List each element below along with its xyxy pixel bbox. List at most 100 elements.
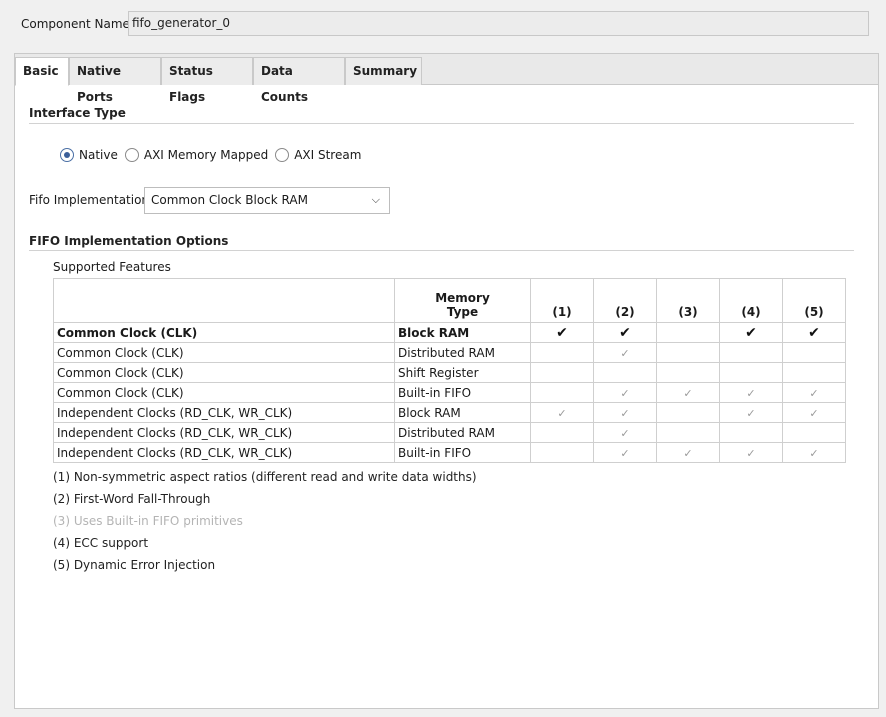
clock-cell: Common Clock (CLK)	[53, 362, 395, 383]
feature-cell: ✔	[719, 322, 783, 343]
radio-axi-stream-label: AXI Stream	[294, 148, 362, 162]
component-name-label: Component Name	[21, 16, 130, 31]
radio-native-label: Native	[79, 148, 118, 162]
checkmark-icon: ✔	[619, 324, 631, 341]
feature-cell: ✓	[530, 402, 594, 423]
feature-cell: ✓	[656, 442, 720, 463]
table-row: Common Clock (CLK) Shift Register	[53, 362, 846, 383]
feature-cell	[782, 422, 846, 443]
feature-cell: ✓	[782, 402, 846, 423]
clock-column-header	[53, 278, 395, 323]
radio-selected-icon[interactable]	[60, 148, 74, 162]
interface-type-radios: Native AXI Memory Mapped AXI Stream	[60, 145, 368, 165]
table-row: Independent Clocks (RD_CLK, WR_CLK) Block…	[53, 402, 846, 423]
feature-cell	[656, 402, 720, 423]
memory-type-cell: Distributed RAM	[394, 422, 531, 443]
feature-cell: ✓	[593, 422, 657, 443]
feature-cell	[656, 342, 720, 363]
fifo-implementation-label: Fifo Implementation	[29, 193, 150, 207]
feature-col-header: (5)	[782, 278, 846, 323]
table-row: Common Clock (CLK) Block RAM ✔ ✔ ✔ ✔	[53, 322, 846, 343]
fifo-options-heading: FIFO Implementation Options	[29, 234, 229, 248]
clock-cell: Common Clock (CLK)	[53, 342, 395, 363]
feature-cell: ✓	[782, 382, 846, 403]
clock-cell: Common Clock (CLK)	[53, 322, 395, 343]
checkmark-icon: ✓	[620, 346, 630, 360]
table-row: Common Clock (CLK) Built-in FIFO ✓ ✓ ✓ ✓	[53, 382, 846, 403]
feature-cell: ✔	[782, 322, 846, 343]
memory-type-cell: Block RAM	[394, 402, 531, 423]
tab-basic[interactable]: Basic	[15, 57, 69, 86]
feature-cell: ✓	[593, 402, 657, 423]
feature-cell: ✓	[719, 382, 783, 403]
feature-col-header: (2)	[593, 278, 657, 323]
feature-cell: ✓	[656, 382, 720, 403]
footnote-1: (1) Non-symmetric aspect ratios (differe…	[53, 470, 477, 484]
checkmark-icon: ✓	[620, 446, 630, 460]
memory-type-cell: Distributed RAM	[394, 342, 531, 363]
feature-cell	[656, 422, 720, 443]
clock-cell: Independent Clocks (RD_CLK, WR_CLK)	[53, 402, 395, 423]
table-row: Common Clock (CLK) Distributed RAM ✓	[53, 342, 846, 363]
radio-axi-memory-mapped[interactable]: AXI Memory Mapped	[124, 148, 269, 162]
chevron-down-icon: ⌵	[371, 193, 380, 206]
feature-cell	[593, 362, 657, 383]
table-row: Independent Clocks (RD_CLK, WR_CLK) Built…	[53, 442, 846, 463]
feature-cell: ✓	[719, 402, 783, 423]
checkmark-icon: ✓	[746, 446, 756, 460]
divider	[29, 250, 854, 251]
fifo-implementation-select[interactable]: Common Clock Block RAM ⌵	[144, 187, 390, 214]
memory-type-header: Memory Type	[394, 278, 531, 323]
radio-axi-stream[interactable]: AXI Stream	[275, 148, 361, 162]
checkmark-icon: ✓	[620, 386, 630, 400]
feature-cell	[719, 342, 783, 363]
memory-type-cell: Built-in FIFO	[394, 442, 531, 463]
component-name-field[interactable]: fifo_generator_0	[128, 11, 869, 36]
checkmark-icon: ✔	[556, 324, 568, 341]
feature-col-header: (4)	[719, 278, 783, 323]
footnote-3: (3) Uses Built-in FIFO primitives	[53, 514, 243, 528]
clock-cell: Independent Clocks (RD_CLK, WR_CLK)	[53, 422, 395, 443]
features-table: Memory Type (1) (2) (3) (4) (5) Common Cl…	[53, 278, 846, 463]
interface-type-heading: Interface Type	[29, 106, 126, 120]
radio-axi-mm-label: AXI Memory Mapped	[143, 148, 269, 162]
footnote-4: (4) ECC support	[53, 536, 149, 550]
checkmark-icon: ✓	[809, 406, 819, 420]
table-row: Independent Clocks (RD_CLK, WR_CLK) Distr…	[53, 422, 846, 443]
memory-type-cell: Built-in FIFO	[394, 382, 531, 403]
memory-type-cell: Block RAM	[394, 322, 531, 343]
footnote-5: (5) Dynamic Error Injection	[53, 558, 216, 572]
checkmark-icon: ✓	[683, 446, 693, 460]
radio-unselected-icon[interactable]	[275, 148, 290, 162]
footnotes: (1) Non-symmetric aspect ratios (differe…	[53, 470, 477, 580]
checkmark-icon: ✓	[809, 446, 819, 460]
feature-cell	[719, 362, 783, 383]
checkmark-icon: ✓	[620, 426, 630, 440]
radio-native[interactable]: Native	[60, 148, 118, 162]
table-header-row: Memory Type (1) (2) (3) (4) (5)	[53, 278, 846, 323]
feature-cell	[782, 342, 846, 363]
feature-cell: ✔	[530, 322, 594, 343]
feature-cell: ✓	[593, 382, 657, 403]
tab-native-ports[interactable]: Native Ports	[69, 57, 161, 104]
tab-status-flags[interactable]: Status Flags	[161, 57, 253, 104]
tab-summary[interactable]: Summary	[345, 57, 422, 85]
checkmark-icon: ✓	[746, 386, 756, 400]
feature-cell: ✓	[782, 442, 846, 463]
checkmark-icon: ✓	[746, 406, 756, 420]
memory-type-cell: Shift Register	[394, 362, 531, 383]
feature-cell	[530, 342, 594, 363]
main-panel: Basic Native Ports Status Flags Data Cou…	[14, 53, 879, 709]
tab-strip: Basic Native Ports Status Flags Data Cou…	[15, 54, 878, 104]
tab-data-counts[interactable]: Data Counts	[253, 57, 345, 104]
checkmark-icon: ✓	[620, 406, 630, 420]
feature-cell	[656, 322, 720, 343]
divider	[29, 123, 854, 124]
checkmark-icon: ✓	[557, 406, 567, 420]
feature-cell	[530, 442, 594, 463]
radio-unselected-icon[interactable]	[124, 148, 139, 162]
checkmark-icon: ✔	[745, 324, 757, 341]
clock-cell: Common Clock (CLK)	[53, 382, 395, 403]
supported-features-label: Supported Features	[53, 260, 171, 274]
feature-cell: ✔	[593, 322, 657, 343]
